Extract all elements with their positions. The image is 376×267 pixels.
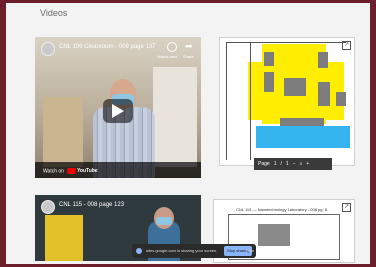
floor-plan-title: CNL 115 — Nanotechnology Laboratory - 00… (236, 207, 327, 212)
page-total: 1 (285, 161, 289, 167)
window-frame-right (370, 0, 376, 267)
youtube-wordmark: YouTube (76, 168, 98, 174)
youtube-logo-icon (66, 167, 76, 174)
open-external-icon[interactable]: ↗ (342, 203, 351, 212)
cabinet-figure (45, 215, 83, 261)
presenter-mask (156, 217, 172, 225)
equipment-block (264, 72, 274, 92)
watch-on-youtube-link[interactable]: Watch on YouTube (43, 167, 98, 174)
wall-line (250, 42, 251, 160)
watch-on-label: Watch on (43, 168, 64, 174)
hide-button[interactable]: Hide (246, 244, 254, 258)
channel-avatar[interactable] (41, 42, 55, 56)
share-label: Share (183, 54, 194, 59)
watch-later-label: Watch later (157, 54, 178, 59)
zoom-out-button[interactable]: − (293, 161, 296, 167)
equipment-block (258, 224, 290, 246)
pdf-toolbar: Page 1/1− ⌕ + (254, 158, 332, 170)
zoom-icon[interactable]: ⌕ (300, 161, 303, 167)
equipment-block (264, 52, 274, 66)
equipment-block (280, 118, 324, 126)
video-title[interactable]: CNL 115 - 008 page 123 (59, 202, 124, 208)
video-player-1[interactable]: CNL 106 Cleanroom - 009 page 137 Watch l… (35, 37, 201, 178)
screen-share-text: sites.google.com is sharing your screen. (146, 248, 218, 253)
wall-line (226, 42, 346, 43)
channel-avatar[interactable] (41, 200, 55, 214)
screen-share-notification: sites.google.com is sharing your screen.… (132, 244, 256, 258)
page-separator: / (280, 161, 282, 167)
equipment-block (318, 52, 328, 68)
watch-later-icon[interactable] (167, 42, 177, 52)
page-current-input[interactable]: 1 (274, 161, 277, 167)
equipment-block (318, 82, 330, 106)
video-title[interactable]: CNL 106 Cleanroom - 009 page 137 (59, 44, 156, 50)
zoom-in-button[interactable]: + (306, 161, 309, 167)
open-external-icon[interactable]: ↗ (342, 41, 351, 50)
floor-zone-blue (256, 126, 350, 148)
wall-line (226, 42, 227, 160)
equipment-block (336, 92, 346, 106)
screen-share-icon (136, 248, 142, 254)
floor-plan-1[interactable]: ↗ (219, 37, 355, 166)
equipment-block (284, 78, 306, 96)
share-icon[interactable]: ➦ (185, 41, 193, 52)
play-icon (112, 104, 124, 118)
page-label: Page (258, 161, 270, 167)
section-title: Videos (40, 8, 68, 18)
